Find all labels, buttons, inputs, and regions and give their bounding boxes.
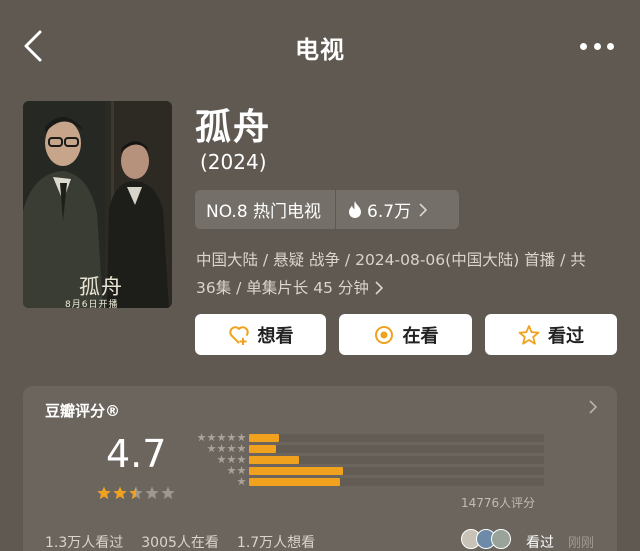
friend-time: 刚刚 bbox=[568, 536, 595, 551]
friend-action: 看过 bbox=[526, 535, 554, 551]
rating-star-icon bbox=[145, 486, 159, 499]
rating-distribution bbox=[191, 433, 551, 488]
distribution-row bbox=[191, 444, 551, 454]
poster-image[interactable]: 孤舟 8月6日开播 bbox=[23, 101, 172, 308]
more-dots-icon[interactable] bbox=[580, 40, 614, 52]
rating-star-icon bbox=[129, 486, 143, 499]
rating-stars bbox=[97, 486, 175, 500]
small-star-icon bbox=[227, 466, 236, 475]
small-star-icon bbox=[237, 444, 246, 453]
distribution-stars bbox=[217, 455, 246, 464]
votes-count[interactable]: 14776人评分 bbox=[461, 494, 535, 511]
poster-date: 8月6日开播 bbox=[65, 300, 119, 308]
small-star-icon bbox=[227, 444, 236, 453]
small-star-icon bbox=[197, 433, 206, 442]
distribution-stars bbox=[237, 477, 246, 486]
want-label: 想看 bbox=[257, 325, 294, 347]
distribution-bar bbox=[249, 467, 344, 475]
small-star-icon bbox=[217, 433, 226, 442]
chevron-right-icon bbox=[419, 202, 428, 217]
distribution-row bbox=[191, 455, 551, 465]
meta-line-2-row: 36集 / 单集片长 45 分钟 bbox=[196, 274, 616, 302]
show-title: 孤舟 bbox=[195, 107, 272, 148]
distribution-row bbox=[191, 477, 551, 487]
flame-icon bbox=[349, 201, 362, 218]
small-star-icon bbox=[217, 444, 226, 453]
top-nav: 电视 bbox=[0, 0, 640, 92]
watched-label: 看过 bbox=[548, 325, 584, 347]
meta-line-1: 中国大陆 / 悬疑 战争 / 2024-08-06(中国大陆) 首播 / 共 bbox=[196, 251, 586, 269]
show-year: (2024) bbox=[200, 150, 267, 174]
rating-score: 4.7 bbox=[106, 432, 167, 476]
friend-avatars[interactable] bbox=[461, 529, 511, 549]
rank-box[interactable]: NO.8 热门电视 6.7万 bbox=[195, 190, 459, 229]
distribution-bar bbox=[249, 478, 341, 486]
rating-star-icon bbox=[113, 486, 127, 499]
show-meta[interactable]: 中国大陆 / 悬疑 战争 / 2024-08-06(中国大陆) 首播 / 共 3… bbox=[196, 246, 616, 302]
distribution-row bbox=[191, 433, 551, 443]
audience-stats: 1.3万人看过 3005人在看 1.7万人想看 bbox=[45, 532, 315, 551]
watched-button[interactable]: 看过 bbox=[485, 314, 617, 355]
distribution-bar bbox=[249, 434, 279, 442]
small-star-icon bbox=[237, 477, 246, 486]
distribution-stars bbox=[207, 444, 246, 453]
distribution-track bbox=[249, 445, 544, 453]
distribution-bar bbox=[249, 456, 300, 464]
heat-indicator[interactable]: 6.7万 bbox=[336, 197, 428, 222]
avatar bbox=[491, 529, 511, 549]
small-star-icon bbox=[207, 444, 216, 453]
star-icon bbox=[518, 324, 540, 345]
small-star-icon bbox=[227, 433, 236, 442]
target-icon bbox=[374, 325, 393, 344]
heart-plus-icon bbox=[228, 325, 249, 345]
distribution-bar bbox=[249, 445, 276, 453]
distribution-stars bbox=[197, 433, 246, 442]
small-star-icon bbox=[237, 455, 246, 464]
chevron-right-icon bbox=[375, 281, 383, 295]
small-star-icon bbox=[237, 466, 246, 475]
meta-line-2: 36集 / 单集片长 45 分钟 bbox=[196, 279, 369, 297]
watching-label: 在看 bbox=[402, 325, 439, 347]
small-star-icon bbox=[217, 455, 226, 464]
rating-star-icon bbox=[161, 486, 175, 499]
rating-card[interactable]: 豆瓣评分® 4.7 14776人评分 1.3万人看过 3005人在看 1.7万人… bbox=[23, 386, 617, 551]
distribution-stars bbox=[227, 466, 246, 475]
want-button[interactable]: 想看 bbox=[195, 314, 326, 355]
page-title: 电视 bbox=[295, 36, 345, 64]
rating-label: 豆瓣评分® bbox=[45, 402, 121, 420]
distribution-track bbox=[249, 434, 544, 442]
want-count[interactable]: 1.7万人想看 bbox=[237, 532, 315, 551]
watching-button[interactable]: 在看 bbox=[339, 314, 472, 355]
small-star-icon bbox=[237, 433, 246, 442]
chevron-right-icon[interactable] bbox=[589, 400, 597, 414]
heat-value: 6.7万 bbox=[367, 202, 412, 222]
small-star-icon bbox=[227, 455, 236, 464]
small-star-icon bbox=[207, 433, 216, 442]
watched-count[interactable]: 1.3万人看过 bbox=[45, 532, 123, 551]
rating-star-icon bbox=[97, 486, 111, 499]
rank-label[interactable]: NO.8 热门电视 bbox=[195, 190, 337, 229]
watching-count[interactable]: 3005人在看 bbox=[141, 532, 219, 551]
distribution-row bbox=[191, 466, 551, 476]
